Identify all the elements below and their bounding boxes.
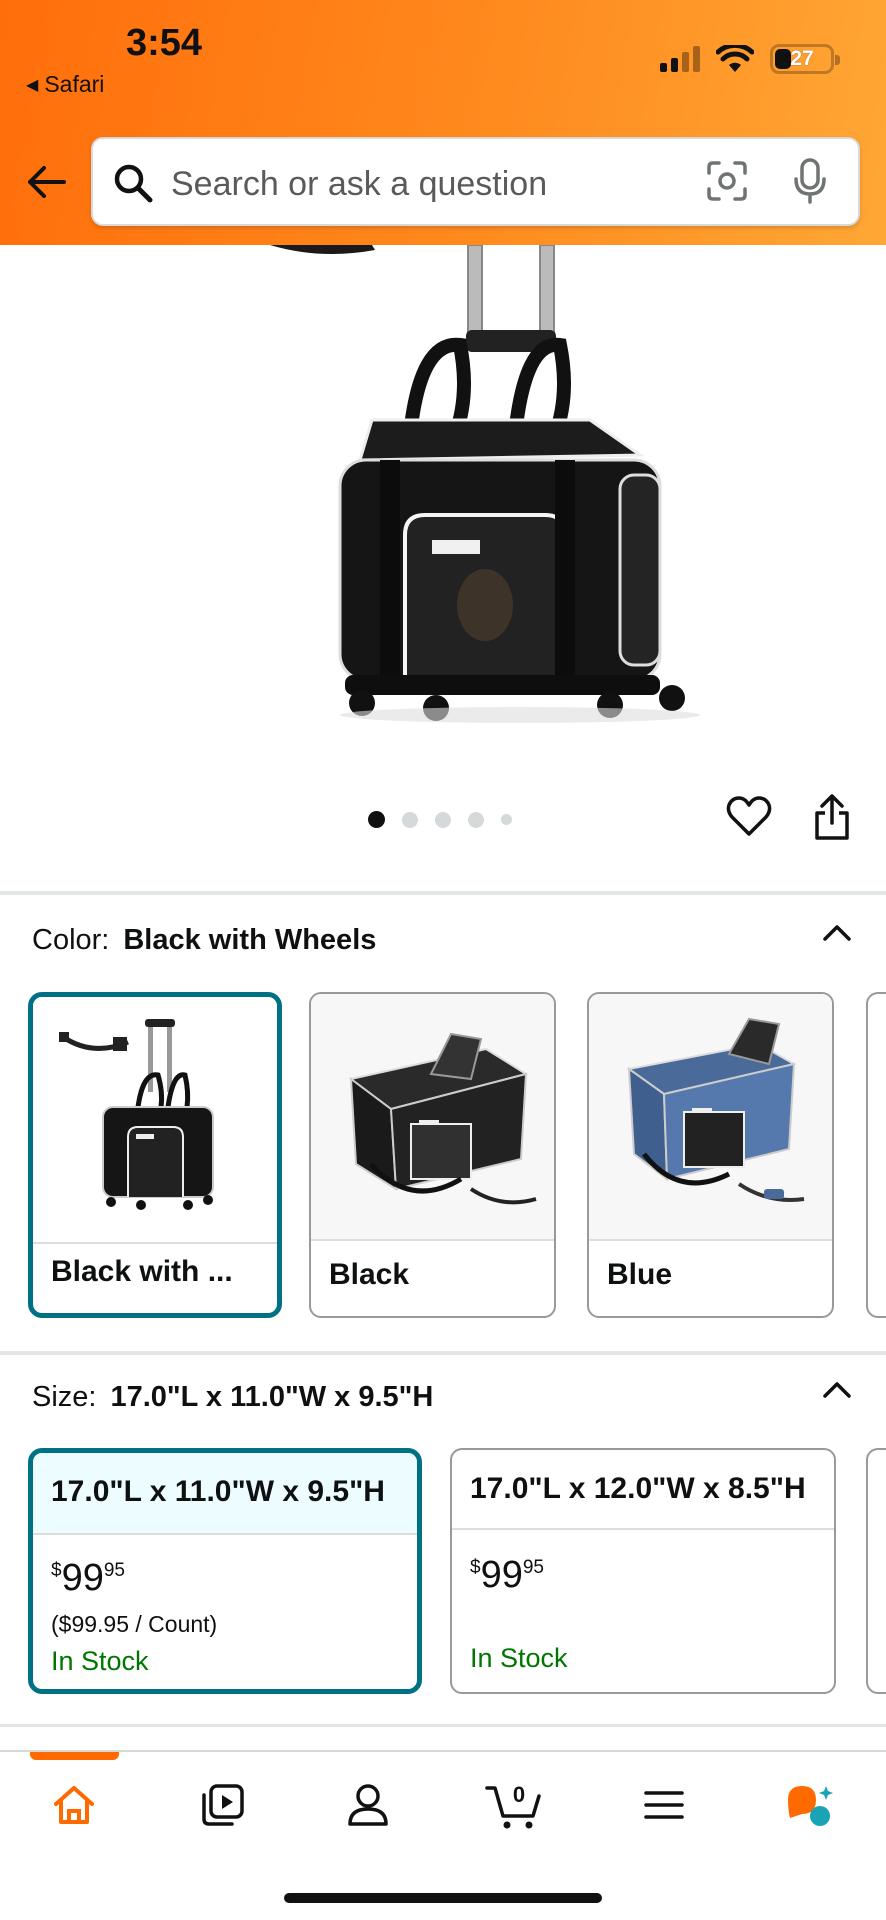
swatch-image <box>311 994 554 1239</box>
search-icon <box>114 164 153 203</box>
share-icon[interactable] <box>812 793 852 841</box>
chevron-up-icon[interactable] <box>822 1379 852 1399</box>
size-option-17x12x8.5[interactable]: 17.0"L x 12.0"W x 8.5"H $9995 In Stock <box>450 1448 836 1694</box>
search-input[interactable]: Search or ask a question <box>91 137 860 226</box>
camera-scan-icon[interactable] <box>705 159 749 203</box>
microphone-icon[interactable] <box>793 157 827 205</box>
battery-icon: 27 <box>770 44 840 74</box>
size-option-17x11x9.5[interactable]: 17.0"L x 11.0"W x 9.5"H $9995 ($99.95 / … <box>28 1448 422 1694</box>
swatch-image <box>33 997 277 1242</box>
app-header: 3:54 ◀ Safari 27 Search or ask a questio… <box>0 0 886 245</box>
carousel-dot[interactable] <box>501 814 512 825</box>
back-triangle-icon: ◀ <box>26 76 39 94</box>
unit-price: ($99.95 / Count) <box>51 1611 218 1637</box>
nav-account[interactable] <box>338 1775 398 1835</box>
battery-level: 27 <box>790 47 814 70</box>
color-option-label: Blue <box>607 1258 673 1291</box>
cart-count: 0 <box>513 1782 525 1807</box>
size-option-partial[interactable] <box>866 1448 886 1694</box>
cart-icon: 0 <box>485 1782 541 1829</box>
home-icon <box>54 1786 94 1824</box>
account-icon <box>348 1784 388 1826</box>
back-arrow-icon[interactable] <box>24 160 68 204</box>
back-to-app-link[interactable]: ◀ Safari <box>26 71 104 98</box>
section-divider <box>0 1351 886 1355</box>
cellular-signal-icon <box>660 46 700 72</box>
carousel-dot[interactable] <box>435 811 451 828</box>
carousel-dot[interactable] <box>402 811 418 828</box>
back-app-label: Safari <box>44 71 105 97</box>
video-icon <box>202 1784 244 1826</box>
nav-home[interactable] <box>44 1775 104 1835</box>
status-time: 3:54 <box>126 22 203 64</box>
wifi-icon <box>716 45 754 72</box>
color-option-black-with-wheels[interactable]: Black with ... <box>28 992 282 1318</box>
color-option-label: Black with ... <box>51 1255 233 1288</box>
chevron-up-icon[interactable] <box>822 922 852 942</box>
stock-status: In Stock <box>51 1646 149 1676</box>
section-divider <box>0 891 886 895</box>
carousel-dot[interactable] <box>368 811 385 828</box>
rufus-icon <box>788 1786 833 1826</box>
pet-carrier-image <box>270 244 700 723</box>
search-placeholder: Search or ask a question <box>171 165 548 203</box>
active-tab-indicator <box>30 1752 119 1760</box>
product-image[interactable] <box>0 244 886 765</box>
color-option-label: Black <box>329 1258 410 1291</box>
image-carousel-dots[interactable] <box>368 811 512 828</box>
stock-status: In Stock <box>470 1643 568 1673</box>
color-option-black[interactable]: Black <box>309 992 556 1318</box>
nav-cart[interactable]: 0 <box>484 1775 544 1835</box>
color-option-partial[interactable] <box>866 992 886 1318</box>
size-row: Size: 17.0"L x 11.0"W x 9.5"H <box>32 1381 433 1414</box>
swatch-image <box>589 994 832 1239</box>
heart-icon[interactable] <box>726 795 772 837</box>
nav-menu[interactable] <box>634 1775 694 1835</box>
size-label: Size: <box>32 1381 97 1413</box>
nav-rufus[interactable] <box>780 1775 840 1835</box>
status-icons: 27 <box>660 44 840 74</box>
size-option-label: 17.0"L x 12.0"W x 8.5"H <box>470 1472 806 1505</box>
price: $9995 <box>51 1557 125 1599</box>
color-selected-value: Black with Wheels <box>123 924 377 956</box>
price: $9995 <box>470 1554 544 1596</box>
section-divider <box>0 1724 886 1727</box>
home-indicator[interactable] <box>284 1893 602 1903</box>
menu-icon <box>644 1791 684 1819</box>
color-row: Color: Black with Wheels <box>32 924 376 957</box>
nav-video[interactable] <box>192 1775 252 1835</box>
size-option-label: 17.0"L x 11.0"W x 9.5"H <box>51 1475 385 1508</box>
carousel-dot[interactable] <box>468 811 484 828</box>
color-label: Color: <box>32 924 110 956</box>
size-selected-value: 17.0"L x 11.0"W x 9.5"H <box>110 1381 434 1413</box>
color-option-blue[interactable]: Blue <box>587 992 834 1318</box>
